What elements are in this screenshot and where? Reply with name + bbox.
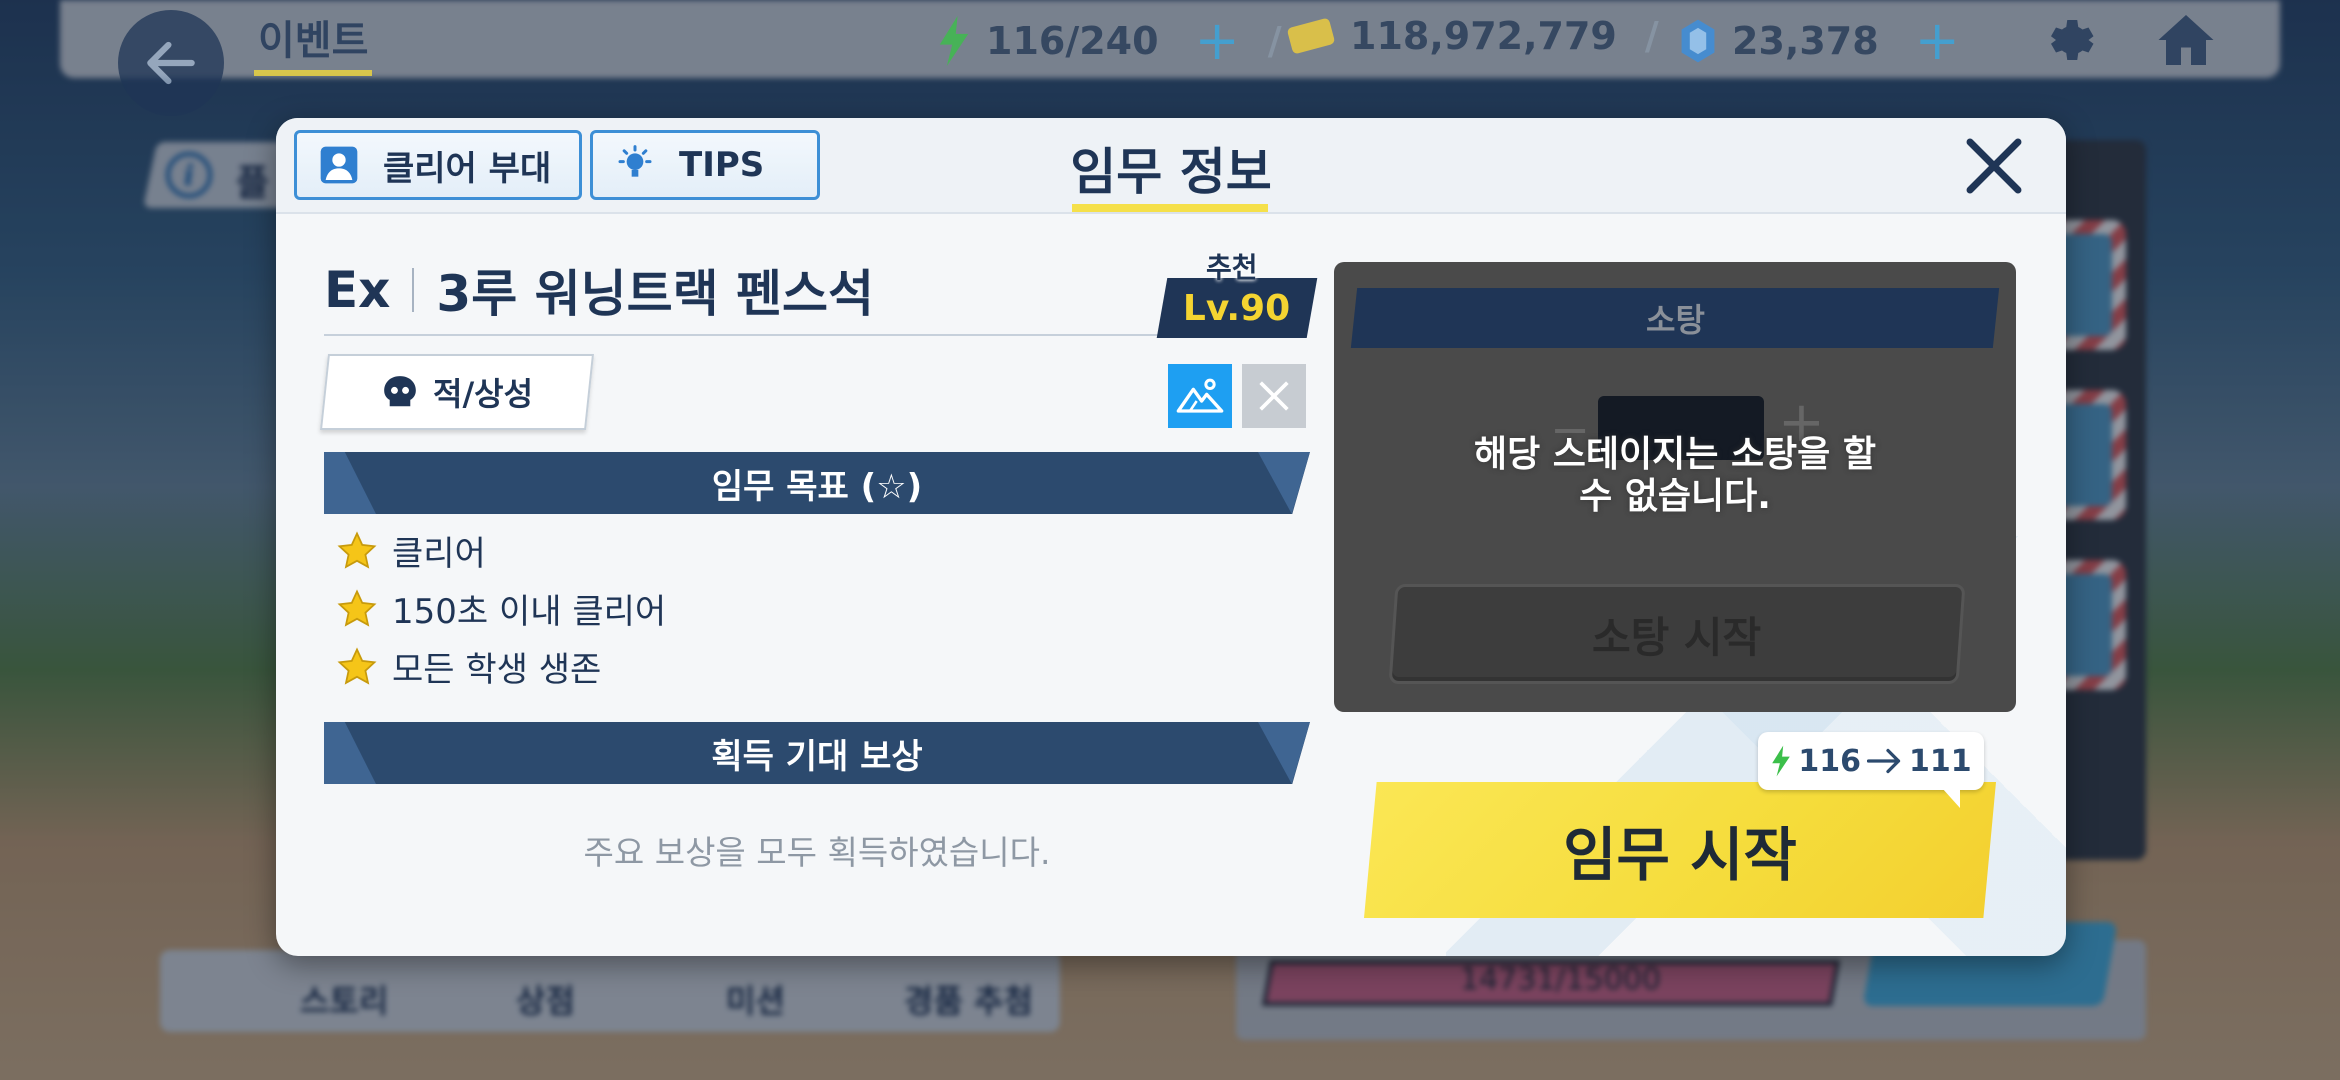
add-gems-button[interactable]: + xyxy=(1915,14,1960,68)
gems-display: 23,378 + xyxy=(1678,14,1960,68)
gems-value: 23,378 xyxy=(1732,19,1879,63)
home-icon[interactable] xyxy=(2156,10,2216,70)
stage-title: 3루 워닝트랙 펜스석 xyxy=(436,265,875,323)
stage-prefix: Ex xyxy=(324,261,391,319)
goals-header: 임무 목표 (☆) xyxy=(324,452,1310,514)
stamina-from: 116 xyxy=(1798,743,1861,779)
star-icon xyxy=(337,530,377,569)
disabled-x-icon xyxy=(1242,364,1306,428)
stage-name: Ex 3루 워닝트랙 펜스석 xyxy=(324,254,874,326)
close-icon[interactable] xyxy=(1962,134,2026,198)
sweep-message-text: 해당 스테이지는 소탕을 할 수 없습니다. xyxy=(1474,434,1876,517)
stamina-value: 116/240 xyxy=(986,19,1159,63)
sweep-panel: 소탕 − + 해당 스테이지는 소탕을 할 수 없습니다. 소탕 시작 xyxy=(1334,262,2016,712)
rewards-note: 주요 보상을 모두 획득하였습니다. xyxy=(583,833,1051,872)
stamina-cost-bubble: 116 111 xyxy=(1758,732,1984,808)
terrain-outdoor-icon[interactable] xyxy=(1168,364,1232,428)
star-icon xyxy=(337,646,377,685)
skull-icon xyxy=(384,376,416,407)
gem-icon xyxy=(1681,19,1715,63)
rewards-header-label: 획득 기대 보상 xyxy=(711,736,923,777)
sweep-header: 소탕 xyxy=(1350,288,2000,348)
lightning-icon xyxy=(1772,745,1791,777)
credit-card-icon xyxy=(1287,18,1335,54)
sweep-start-button: 소탕 시작 xyxy=(1388,584,1966,684)
recommend-level: Lv.90 xyxy=(1183,287,1291,329)
lightning-icon xyxy=(939,16,969,66)
arrow-right-icon xyxy=(1867,748,1901,774)
goal-item: 150초 이내 클리어 xyxy=(336,584,666,633)
stamina-display: 116/240 + / xyxy=(936,14,1282,68)
start-mission-button[interactable]: 임무 시작 xyxy=(1364,782,1996,918)
enemy-affinity-button[interactable]: 적/상성 xyxy=(320,354,594,430)
goals-header-label: 임무 목표 (☆) xyxy=(711,466,923,507)
sweep-title: 소탕 xyxy=(1645,301,1705,339)
separator: / xyxy=(1644,14,1659,58)
credits-display: 118,972,779 / xyxy=(1286,14,1659,58)
screen-title: 이벤트 xyxy=(254,8,373,76)
recommend-level-badge: Lv.90 xyxy=(1156,278,1318,338)
arrow-left-icon xyxy=(147,41,195,85)
stage-underline xyxy=(324,334,1180,336)
dialog-title: 임무 정보 xyxy=(1070,143,1272,201)
rewards-header: 획득 기대 보상 xyxy=(324,722,1310,784)
enemy-affinity-label: 적/상성 xyxy=(432,375,533,413)
add-stamina-button[interactable]: + xyxy=(1195,14,1240,68)
separator: / xyxy=(1267,19,1282,63)
recommend-label: 추천 xyxy=(1206,251,1258,284)
back-button[interactable] xyxy=(118,10,224,116)
goal-item: 모든 학생 생존 xyxy=(336,642,601,691)
goal-text: 모든 학생 생존 xyxy=(392,650,602,690)
stamina-to: 111 xyxy=(1909,743,1972,779)
credits-value: 118,972,779 xyxy=(1350,14,1617,58)
sweep-start-label: 소탕 시작 xyxy=(1592,612,1762,662)
goal-text: 150초 이내 클리어 xyxy=(392,592,667,632)
sweep-unavailable-message: 해당 스테이지는 소탕을 할 수 없습니다. xyxy=(1334,434,2016,518)
goal-item: 클리어 xyxy=(336,526,486,575)
star-icon xyxy=(337,588,377,627)
goal-text: 클리어 xyxy=(392,534,486,574)
start-mission-label: 임무 시작 xyxy=(1563,821,1797,889)
mission-info-dialog: 클리어 부대 TIPS 임무 정보 Ex 3루 워닝트랙 펜스석 추천 Lv.9… xyxy=(276,118,2066,956)
gear-icon[interactable] xyxy=(2036,10,2096,70)
stage-divider xyxy=(412,268,415,312)
title-underline xyxy=(1072,204,1268,212)
